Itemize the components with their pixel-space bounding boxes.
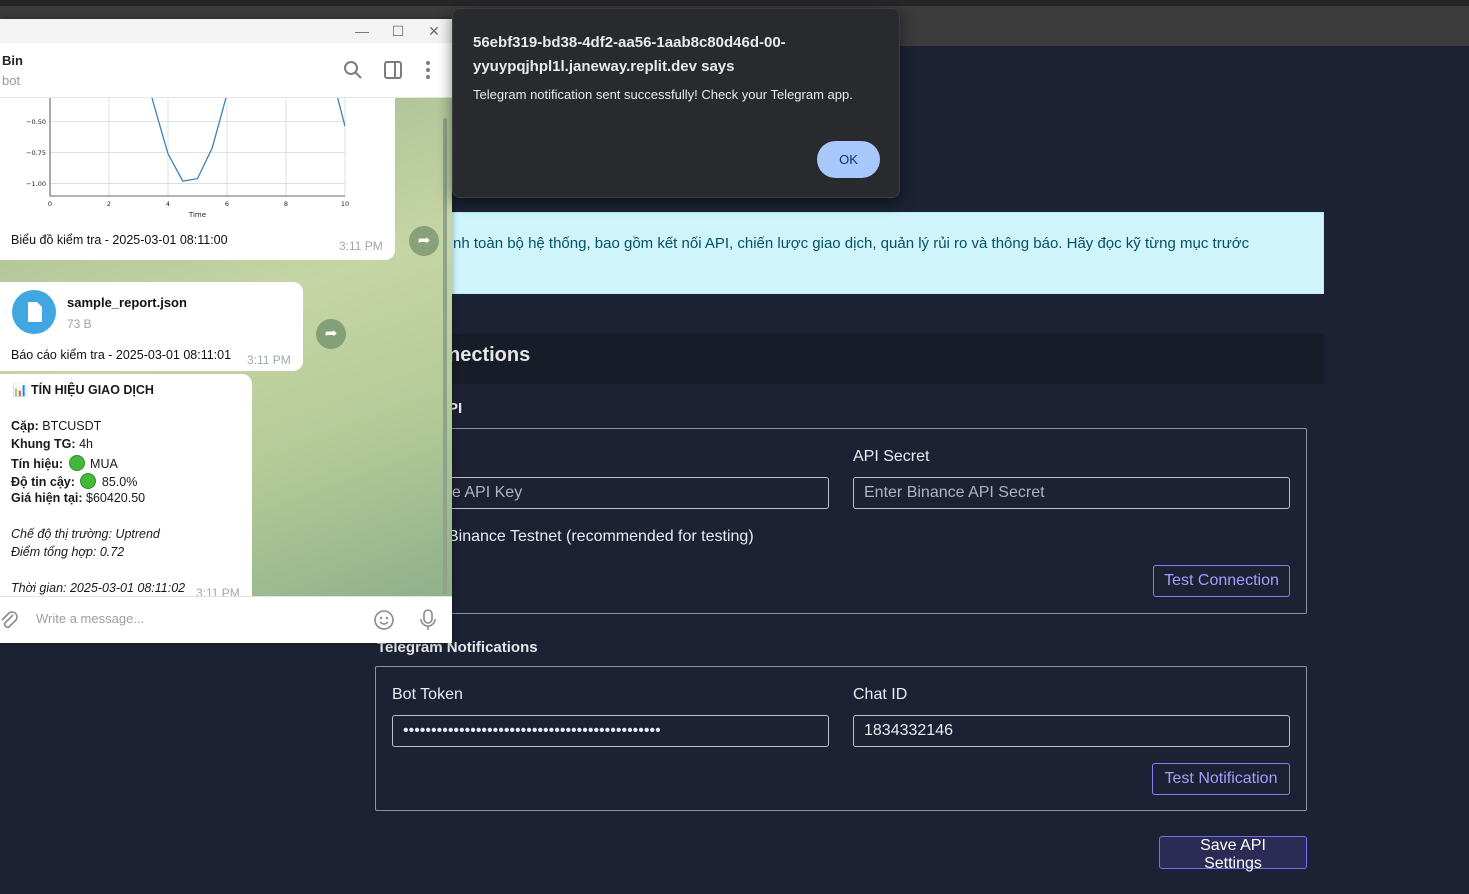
file-message-bubble: sample_report.json 73 B Báo cáo kiểm tra… xyxy=(0,282,303,371)
chart-message-bubble: 0246810−0.25−0.50−0.75−1.00 Time Biểu đồ… xyxy=(0,98,395,260)
confidence-label: Độ tin cậy: xyxy=(11,475,75,489)
signal-label: Tín hiệu: xyxy=(11,457,64,471)
forward-icon[interactable]: ➦ xyxy=(409,226,439,256)
minimize-icon[interactable]: — xyxy=(351,21,373,41)
chart-ticks: 0246810−0.25−0.50−0.75−1.00 xyxy=(26,118,349,208)
signal-message-content: 📊 TÍN HIỆU GIAO DỊCH Cặp: BTCUSDT Khung … xyxy=(0,374,252,596)
chat-scrollbar[interactable] xyxy=(443,118,447,594)
timeframe-label: Khung TG: xyxy=(11,437,76,451)
api-key-input[interactable] xyxy=(392,477,829,509)
signal-direction-row: Tín hiệu: MUA xyxy=(11,455,118,471)
signal-title: 📊 TÍN HIỆU GIAO DỊCH xyxy=(12,383,154,397)
card-title: nections xyxy=(448,344,531,366)
bot-token-input[interactable] xyxy=(392,715,829,747)
green-circle-icon xyxy=(80,473,97,489)
signal-confidence-row: Độ tin cậy: 85.0% xyxy=(11,473,137,489)
test-connection-button[interactable]: Test Connection xyxy=(1153,565,1290,597)
chat-status: bot xyxy=(2,73,21,88)
sidebar-toggle-icon[interactable] xyxy=(382,59,404,81)
alert-origin-line1: 56ebf319-bd38-4df2-aa56-1aab8c80d46d-00- xyxy=(473,34,786,51)
test-notification-button[interactable]: Test Notification xyxy=(1152,763,1290,795)
chart-message-time: 3:11 PM xyxy=(339,239,383,253)
chart-xtick-label: 4 xyxy=(166,200,170,208)
message-composer: Write a message... xyxy=(0,596,452,643)
file-icon[interactable] xyxy=(12,290,56,334)
microphone-icon[interactable] xyxy=(417,608,439,632)
timeframe-value: 4h xyxy=(79,437,93,451)
file-message-time: 3:11 PM xyxy=(247,353,291,367)
price-label: Giá hiện tại: xyxy=(11,491,83,505)
chart-caption: Biểu đồ kiểm tra - 2025-03-01 08:11:00 xyxy=(11,233,228,247)
composite-score: Điểm tổng hợp: 0.72 xyxy=(11,545,125,559)
chart-ytick-label: −1.00 xyxy=(26,180,46,188)
emoji-icon[interactable] xyxy=(373,609,395,631)
testnet-checkbox-label[interactable]: Binance Testnet (recommended for testing… xyxy=(448,528,754,546)
chart-series-line xyxy=(151,98,345,182)
signal-time-text: Thời gian: 2025-03-01 08:11:02 xyxy=(11,581,186,595)
signal-timeframe-row: Khung TG: 4h xyxy=(11,437,93,451)
chart-xlabel: Time xyxy=(188,211,206,219)
alert-origin-line2: yyuypqjhpl1l.janeway.replit.dev says xyxy=(473,58,735,75)
attach-icon[interactable] xyxy=(0,609,20,631)
chart-xtick-label: 8 xyxy=(284,200,288,208)
chat-name: Bin xyxy=(2,53,23,68)
maximize-icon[interactable]: ☐ xyxy=(387,21,409,41)
pair-value: BTCUSDT xyxy=(42,419,102,433)
telegram-chat-header[interactable]: Bin bot xyxy=(0,43,452,98)
chart-xtick-label: 10 xyxy=(341,200,349,208)
signal-price-row: Giá hiện tại: $60420.50 xyxy=(11,491,145,505)
chart-xtick-label: 0 xyxy=(48,200,52,208)
chat-id-label: Chat ID xyxy=(853,686,908,703)
api-secret-label: API Secret xyxy=(853,448,930,465)
signal-value: MUA xyxy=(90,457,118,471)
alert-dialog: 56ebf319-bd38-4df2-aa56-1aab8c80d46d-00-… xyxy=(452,8,900,198)
info-banner-text: nh toàn bộ hệ thống, bao gồm kết nối API… xyxy=(453,235,1250,252)
chart-xtick-label: 6 xyxy=(225,200,229,208)
chart-grid xyxy=(49,98,346,196)
chart-ytick-label: −0.50 xyxy=(26,118,46,126)
card-header-api-connections: nections xyxy=(440,334,1324,384)
telegram-window: — ☐ ✕ Bin bot 0246810−0.25−0.50−0.75−1.0… xyxy=(0,19,452,643)
alert-ok-button[interactable]: OK xyxy=(817,141,880,178)
chart-xtick-label: 2 xyxy=(107,200,111,208)
telegram-titlebar: — ☐ ✕ xyxy=(0,19,452,43)
price-value: $60420.50 xyxy=(86,491,146,505)
close-icon[interactable]: ✕ xyxy=(423,21,445,41)
telegram-chat-area: 0246810−0.25−0.50−0.75−1.00 Time Biểu đồ… xyxy=(0,98,452,596)
search-icon[interactable] xyxy=(342,59,364,81)
forward-icon[interactable]: ➦ xyxy=(316,319,346,349)
test-chart: 0246810−0.25−0.50−0.75−1.00 Time xyxy=(26,98,349,219)
chat-id-input[interactable] xyxy=(853,715,1290,747)
more-options-icon[interactable] xyxy=(417,59,439,81)
alert-origin: 56ebf319-bd38-4df2-aa56-1aab8c80d46d-00-… xyxy=(473,31,893,79)
file-caption: Báo cáo kiểm tra - 2025-03-01 08:11:01 xyxy=(11,348,232,362)
file-size: 73 B xyxy=(67,317,92,331)
info-banner: nh toàn bộ hệ thống, bao gồm kết nối API… xyxy=(440,212,1324,294)
signal-message-time: 3:11 PM xyxy=(196,586,240,596)
confidence-value: 85.0% xyxy=(101,475,138,489)
pair-label: Cặp: xyxy=(11,419,39,433)
market-mode: Chế độ thị trường: Uptrend xyxy=(11,527,160,541)
message-input[interactable]: Write a message... xyxy=(36,611,144,626)
signal-pair-row: Cặp: BTCUSDT xyxy=(11,419,101,433)
bot-token-label: Bot Token xyxy=(392,686,463,703)
file-name[interactable]: sample_report.json xyxy=(67,295,187,310)
alert-message: Telegram notification sent successfully!… xyxy=(473,87,853,102)
save-api-settings-button[interactable]: Save API Settings xyxy=(1159,836,1307,872)
chart-ytick-label: −0.75 xyxy=(26,149,46,157)
green-circle-icon xyxy=(68,455,85,471)
chart-axes xyxy=(49,98,345,197)
signal-message-bubble: 📊 TÍN HIỆU GIAO DỊCH Cặp: BTCUSDT Khung … xyxy=(0,374,252,596)
api-secret-input[interactable] xyxy=(853,477,1290,509)
